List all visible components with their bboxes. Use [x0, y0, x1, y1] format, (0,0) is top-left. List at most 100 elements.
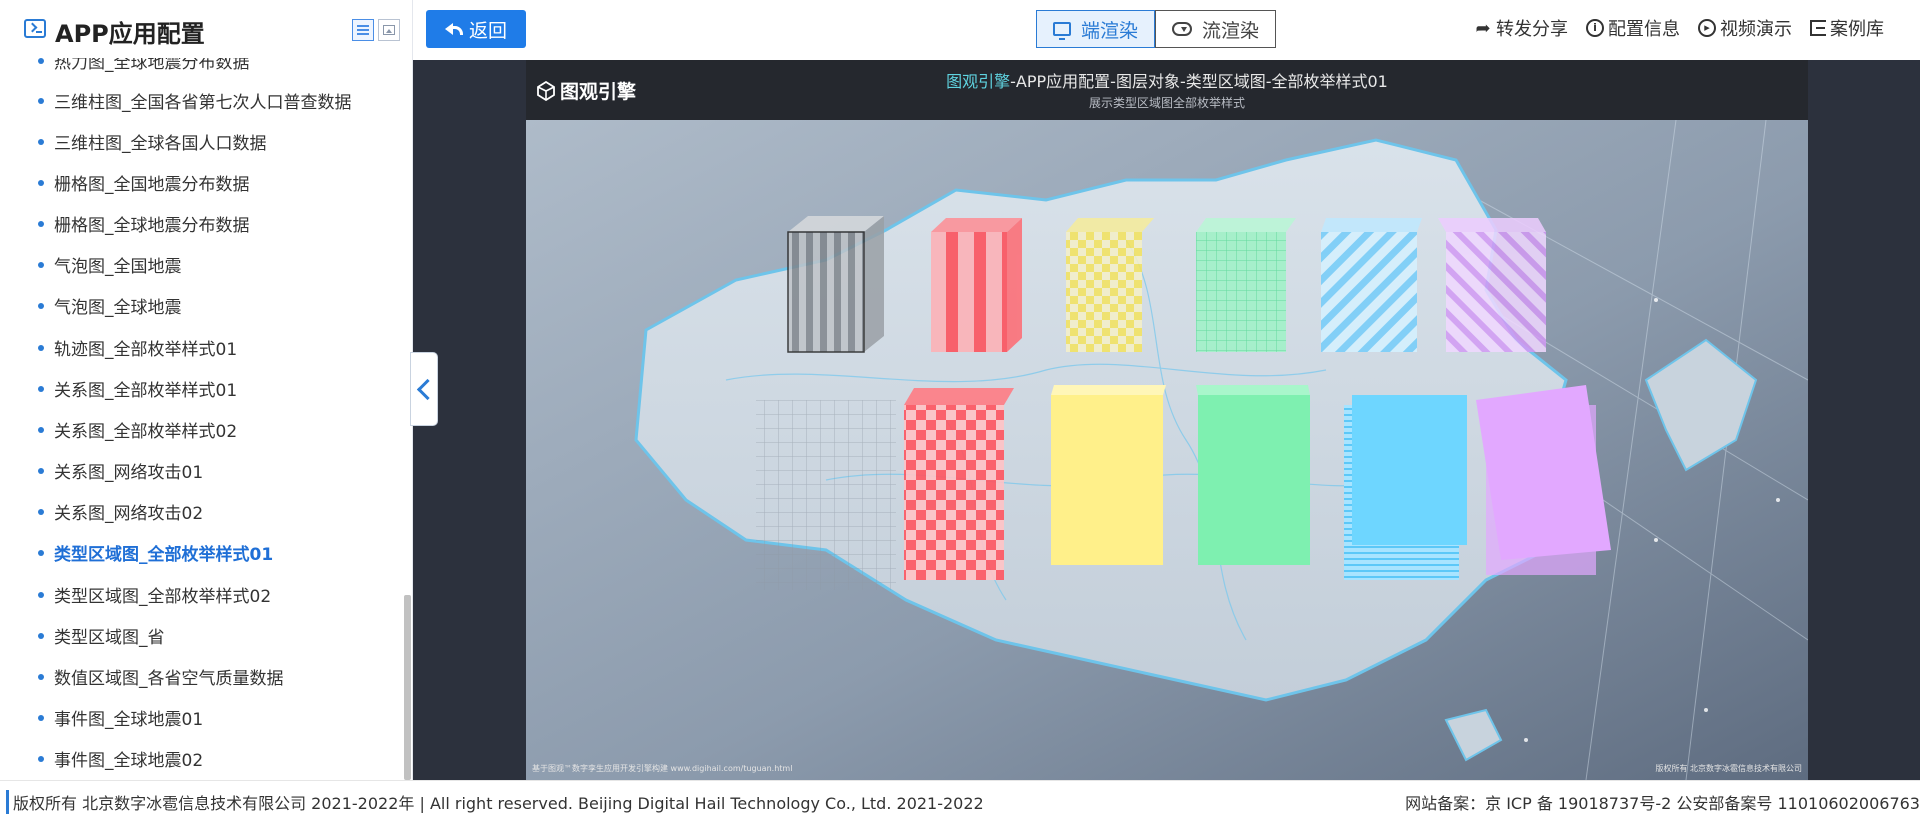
reply-arrow-icon: [444, 22, 463, 36]
thumbnail-view-button[interactable]: [378, 19, 400, 41]
sidebar-item[interactable]: 气泡图_全国地震: [38, 252, 182, 282]
sidebar-item[interactable]: 事件图_全球地震01: [38, 705, 203, 735]
scene-title-bar: 图观引擎 图观引擎-APP应用配置-图层对象-类型区域图-全部枚举样式01 展示…: [526, 60, 1808, 120]
sidebar-item[interactable]: 关系图_全部枚举样式01: [38, 376, 237, 406]
area-block-yellow-checker: [1066, 218, 1154, 352]
sidebar-item[interactable]: 三维柱图_全球各国人口数据: [38, 129, 267, 159]
info-icon: i: [1586, 19, 1604, 37]
stream-render-button[interactable]: 流渲染: [1155, 10, 1277, 48]
scene-footer-credit: 基于图观™数字孪生应用开发引擎构建 www.digihail.com/tugua…: [532, 764, 793, 773]
map-scene[interactable]: [526, 120, 1808, 780]
area-block-red-stripes: [931, 218, 1022, 352]
video-label: 视频演示: [1720, 19, 1792, 40]
collapse-sidebar-button[interactable]: [410, 352, 438, 426]
bullet-icon: [38, 386, 44, 392]
scene-viewport[interactable]: 图观引擎 图观引擎-APP应用配置-图层对象-类型区域图-全部枚举样式01 展示…: [526, 60, 1808, 780]
area-block-purple-diagonal: [1438, 218, 1546, 352]
sidebar-item-label: 栅格图_全球地震分布数据: [54, 216, 250, 236]
sidebar-item[interactable]: 栅格图_全球地震分布数据: [38, 211, 250, 241]
sidebar-item[interactable]: 事件图_全球地震02: [38, 746, 203, 776]
share-button[interactable]: ➦ 转发分享: [1474, 15, 1568, 41]
monitor-icon: [1053, 22, 1071, 40]
back-button[interactable]: 返回: [426, 10, 526, 48]
bullet-icon: [38, 550, 44, 556]
sidebar-item[interactable]: 三维柱图_全国各省第七次人口普查数据: [38, 88, 352, 118]
sidebar-item[interactable]: 关系图_网络攻击01: [38, 458, 203, 488]
footer-copyright: 版权所有 北京数字冰雹信息技术有限公司 2021-2022年 | All rig…: [6, 790, 984, 814]
sidebar-item[interactable]: 关系图_网络攻击02: [38, 499, 203, 529]
bullet-icon: [38, 633, 44, 639]
sidebar-item[interactable]: 关系图_全部枚举样式02: [38, 417, 237, 447]
stage-right-margin: [1808, 60, 1920, 780]
list-view-button[interactable]: [352, 19, 374, 41]
image-icon: [383, 25, 395, 35]
area-block-green-grid: [1196, 218, 1296, 352]
sidebar: 热力图_全球地震分布数据 三维柱图_全国各省第七次人口普查数据 三维柱图_全球各…: [0, 0, 413, 780]
sidebar-item-label: 关系图_全部枚举样式02: [54, 422, 238, 442]
sidebar-item-label: 三维柱图_全球各国人口数据: [54, 134, 267, 154]
area-block-purple-solid: [1476, 385, 1611, 575]
sidebar-item-label: 数值区域图_各省空气质量数据: [54, 669, 284, 689]
case-library-button[interactable]: 案例库: [1810, 15, 1884, 41]
sidebar-item-label: 事件图_全球地震02: [54, 751, 204, 771]
bullet-icon: [38, 180, 44, 186]
sidebar-item[interactable]: 数值区域图_各省空气质量数据: [38, 664, 284, 694]
sidebar-item-label: 类型区域图_全部枚举样式01: [54, 545, 274, 565]
bullet-icon: [38, 98, 44, 104]
bullet-icon: [38, 58, 44, 64]
bullet-icon: [38, 221, 44, 227]
sidebar-item-active[interactable]: 类型区域图_全部枚举样式01: [38, 540, 273, 570]
chevron-left-icon: [416, 378, 438, 400]
bullet-icon: [38, 715, 44, 721]
sidebar-item[interactable]: 气泡图_全球地震: [38, 293, 182, 323]
bullet-icon: [38, 468, 44, 474]
sidebar-item-label: 关系图_全部枚举样式01: [54, 381, 238, 401]
bullet-icon: [38, 139, 44, 145]
area-block-grey-stripes: [787, 216, 884, 353]
bullet-icon: [38, 262, 44, 268]
sidebar-item-label: 类型区域图_省: [54, 628, 165, 648]
config-info-button[interactable]: i 配置信息: [1586, 15, 1680, 41]
terminal-icon: [24, 19, 46, 38]
share-icon: ➦: [1475, 17, 1491, 39]
exit-icon: [1810, 20, 1826, 36]
area-block-yellow-solid: [1051, 385, 1166, 565]
cloud-download-icon: [1172, 22, 1193, 36]
scene-footer-copyright: 版权所有 北京数字冰雹信息技术有限公司: [1655, 764, 1802, 773]
sidebar-item[interactable]: 轨迹图_全部枚举样式01: [38, 335, 237, 365]
area-block-blue-layers: [1344, 395, 1467, 580]
area-block-blue-diagonal: [1321, 218, 1422, 352]
sidebar-item-label: 轨迹图_全部枚举样式01: [54, 340, 238, 360]
view-toggle: [352, 19, 400, 41]
area-block-red-checker: [904, 388, 1014, 580]
bullet-icon: [38, 303, 44, 309]
sidebar-item-label: 事件图_全球地震01: [54, 710, 204, 730]
sidebar-header: APP应用配置: [0, 0, 412, 58]
area-block-grey-grid: [756, 400, 896, 590]
sidebar-item[interactable]: 类型区域图_省: [38, 623, 165, 653]
scene-title-highlight: 图观引擎: [946, 72, 1011, 91]
video-demo-button[interactable]: ▸ 视频演示: [1698, 15, 1792, 41]
bullet-icon: [38, 345, 44, 351]
sidebar-item[interactable]: 栅格图_全国地震分布数据: [38, 170, 250, 200]
header-actions: ➦ 转发分享 i 配置信息 ▸ 视频演示 案例库: [1474, 15, 1884, 41]
library-label: 案例库: [1830, 19, 1884, 40]
scene-title: 图观引擎-APP应用配置-图层对象-类型区域图-全部枚举样式01: [526, 68, 1808, 92]
sidebar-item[interactable]: 类型区域图_全部枚举样式02: [38, 582, 271, 612]
sidebar-item-label: 关系图_网络攻击02: [54, 504, 204, 524]
play-icon: ▸: [1698, 19, 1716, 37]
area-block-green-solid: [1196, 385, 1310, 565]
sidebar-item-label: 气泡图_全球地震: [54, 298, 182, 318]
sidebar-item-label: 气泡图_全国地震: [54, 257, 182, 277]
back-label: 返回: [468, 19, 507, 42]
client-render-button[interactable]: 端渲染: [1036, 10, 1156, 48]
sidebar-scrollbar[interactable]: [404, 595, 411, 780]
bullet-icon: [38, 592, 44, 598]
render-mode-group: 端渲染 流渲染: [1036, 10, 1277, 48]
sidebar-item-label: 三维柱图_全国各省第七次人口普查数据: [54, 93, 352, 113]
stream-render-label: 流渲染: [1202, 19, 1260, 42]
bullet-icon: [38, 756, 44, 762]
config-label: 配置信息: [1608, 19, 1680, 40]
share-label: 转发分享: [1496, 19, 1568, 40]
list-icon: [357, 25, 369, 35]
